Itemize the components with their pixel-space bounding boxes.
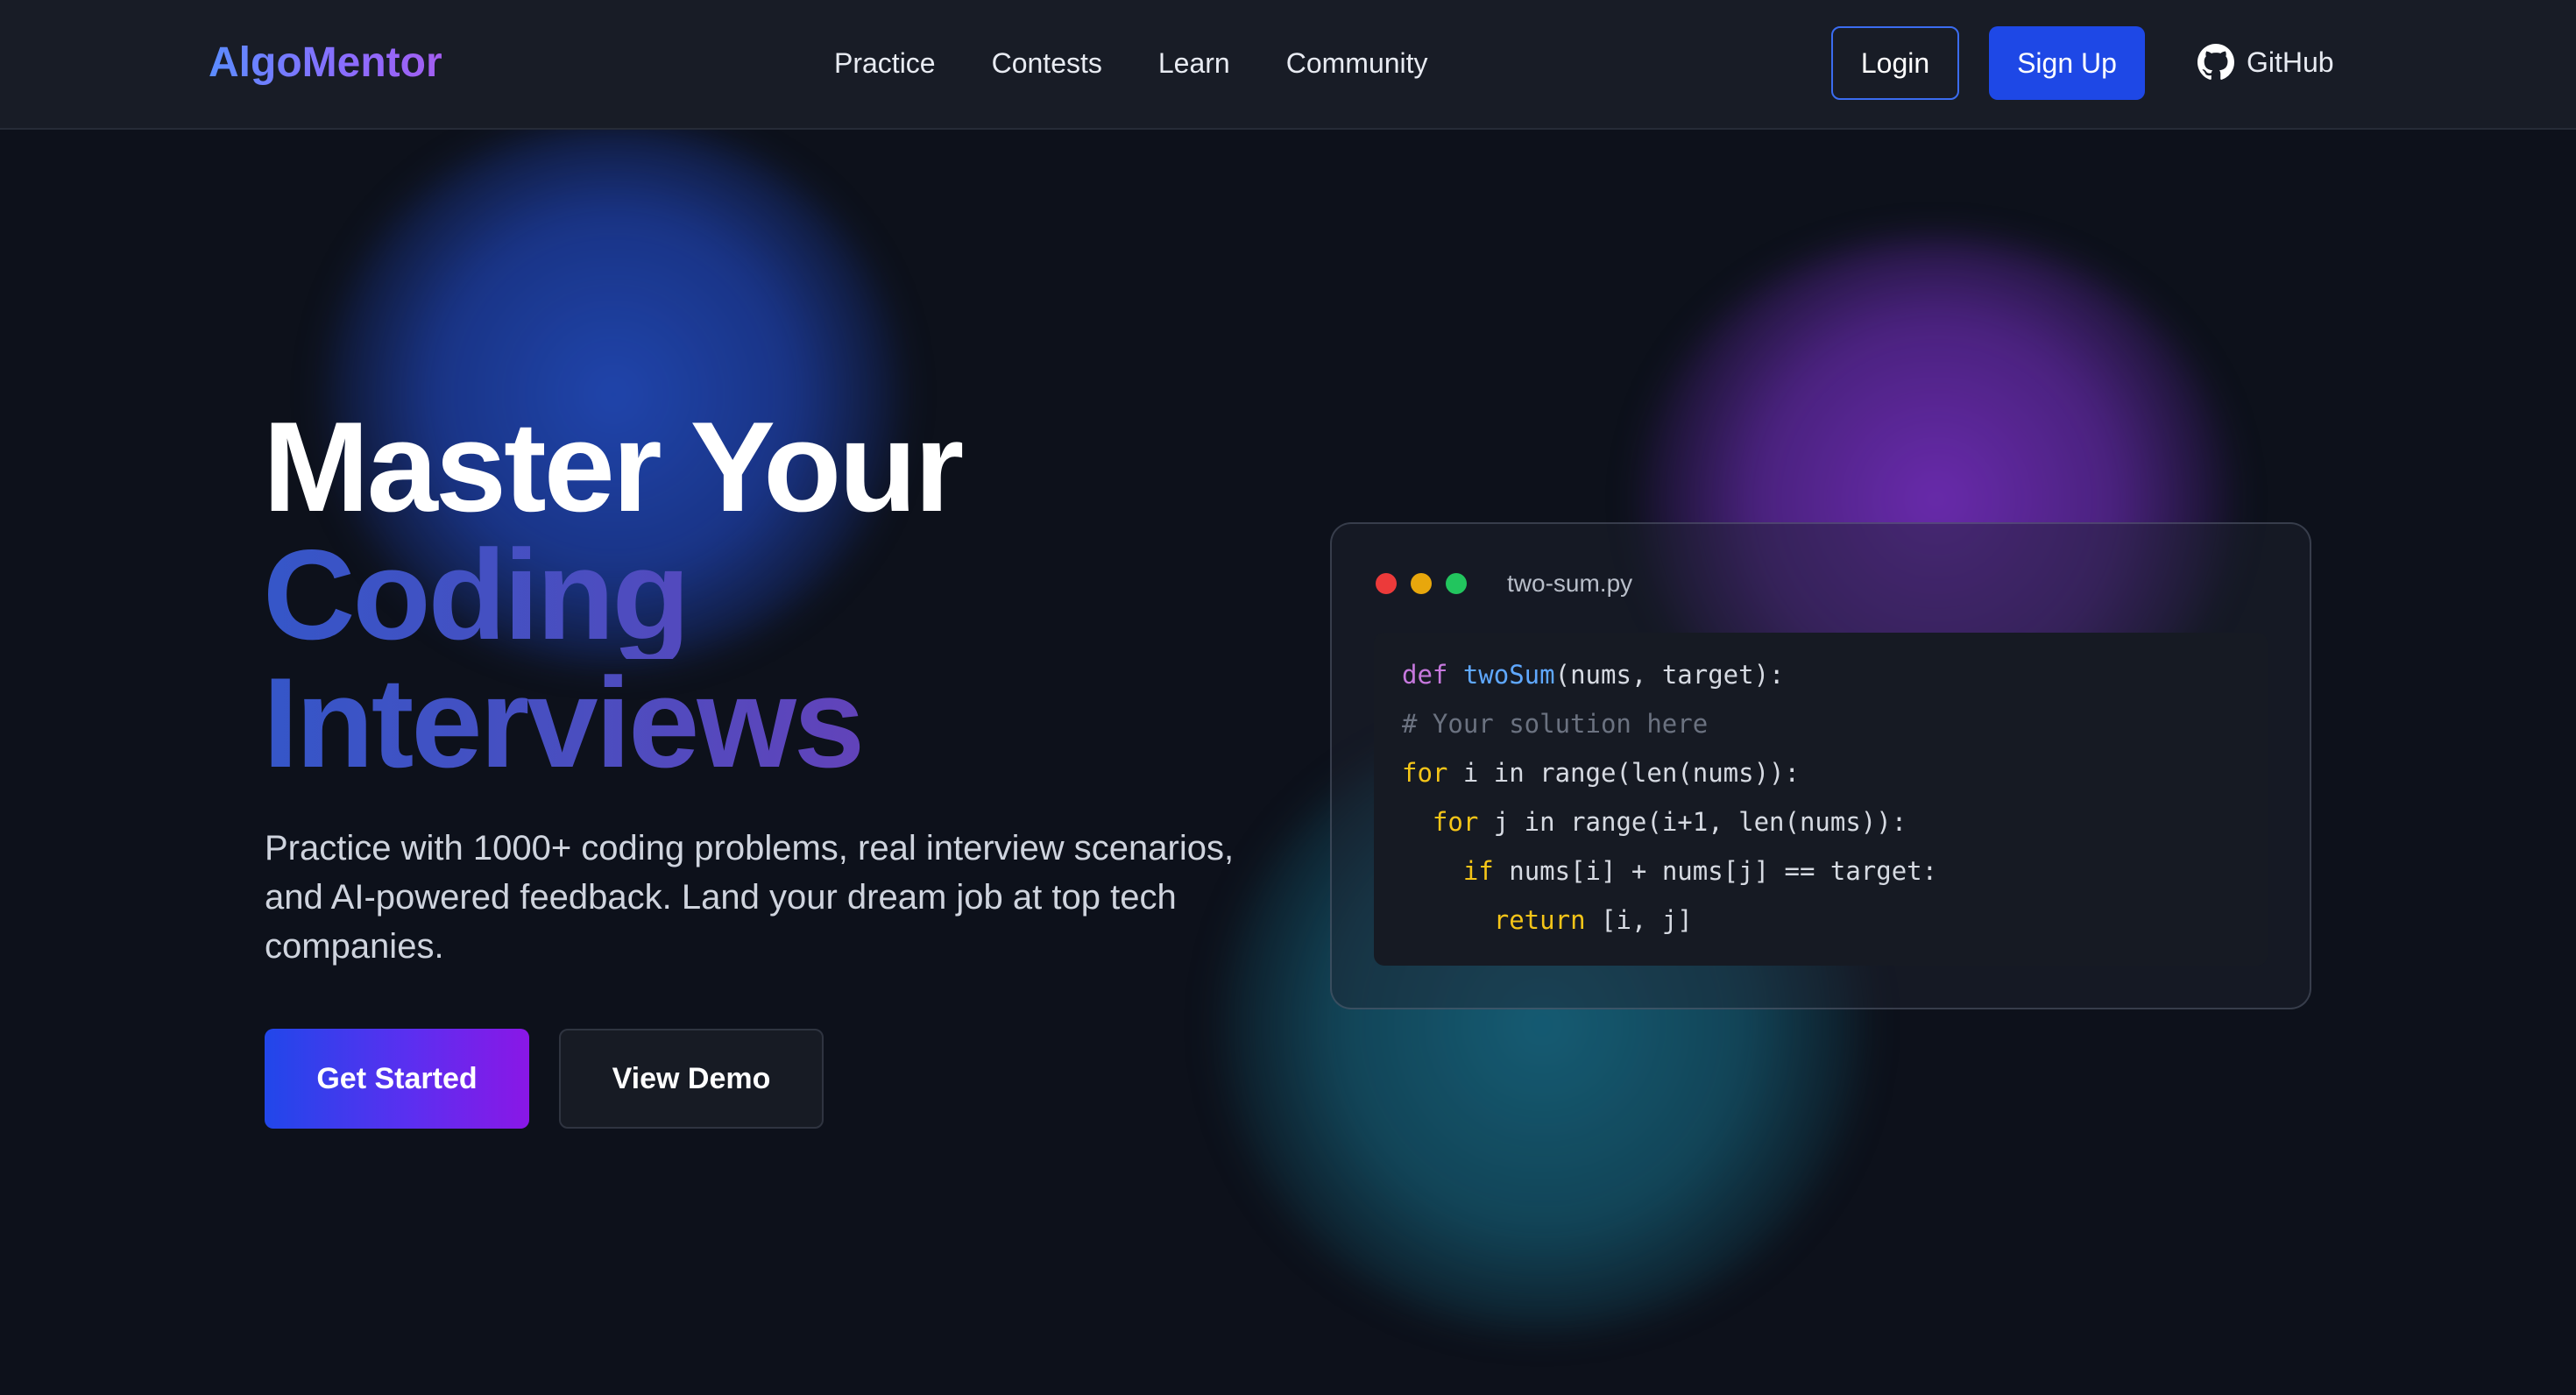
hero-title: Master Your Coding Interviews (263, 395, 964, 787)
github-label: GitHub (2247, 46, 2334, 78)
code-editor: def twoSum(nums, target): # Your solution… (1374, 633, 2268, 966)
code-line: if nums[i] + nums[j] == target: (1462, 856, 1938, 886)
signup-button[interactable]: Sign Up (1989, 26, 2145, 100)
top-navbar: AlgoMentor Practice Contests Learn Commu… (0, 0, 2576, 130)
nav-link-practice[interactable]: Practice (834, 46, 936, 81)
hero-title-line-2: Coding (263, 531, 961, 659)
code-line: # Your solution here (1402, 709, 1709, 739)
window-controls (1376, 573, 1467, 594)
login-button[interactable]: Login (1831, 26, 1959, 100)
nav-links: Practice Contests Learn Community (834, 46, 1428, 81)
maximize-dot-icon (1446, 573, 1467, 594)
code-window: two-sum.py def twoSum(nums, target): # Yo… (1330, 522, 2311, 1009)
code-line: def twoSum(nums, target): (1402, 660, 1785, 690)
brand-logo[interactable]: AlgoMentor (209, 37, 442, 89)
code-line: for i in range(len(nums)): (1402, 758, 1800, 788)
landing-page: AlgoMentor Practice Contests Learn Commu… (0, 0, 2576, 1395)
hero-title-line-1: Master Your (263, 395, 964, 538)
github-link[interactable]: GitHub (2197, 44, 2334, 81)
code-filename: two-sum.py (1507, 570, 1633, 597)
nav-link-contests[interactable]: Contests (992, 46, 1102, 81)
code-line: return [i, j] (1493, 905, 1693, 935)
minimize-dot-icon (1411, 573, 1432, 594)
view-demo-button[interactable]: View Demo (559, 1029, 824, 1129)
hero-subtitle: Practice with 1000+ coding problems, rea… (265, 829, 1235, 966)
nav-link-community[interactable]: Community (1286, 46, 1428, 81)
close-dot-icon (1376, 573, 1397, 594)
code-line: for j in range(i+1, len(nums)): (1432, 807, 1907, 837)
hero-title-line-3: Interviews (263, 659, 961, 787)
github-icon (2197, 44, 2234, 80)
nav-link-learn[interactable]: Learn (1158, 46, 1230, 81)
get-started-button[interactable]: Get Started (265, 1029, 529, 1129)
